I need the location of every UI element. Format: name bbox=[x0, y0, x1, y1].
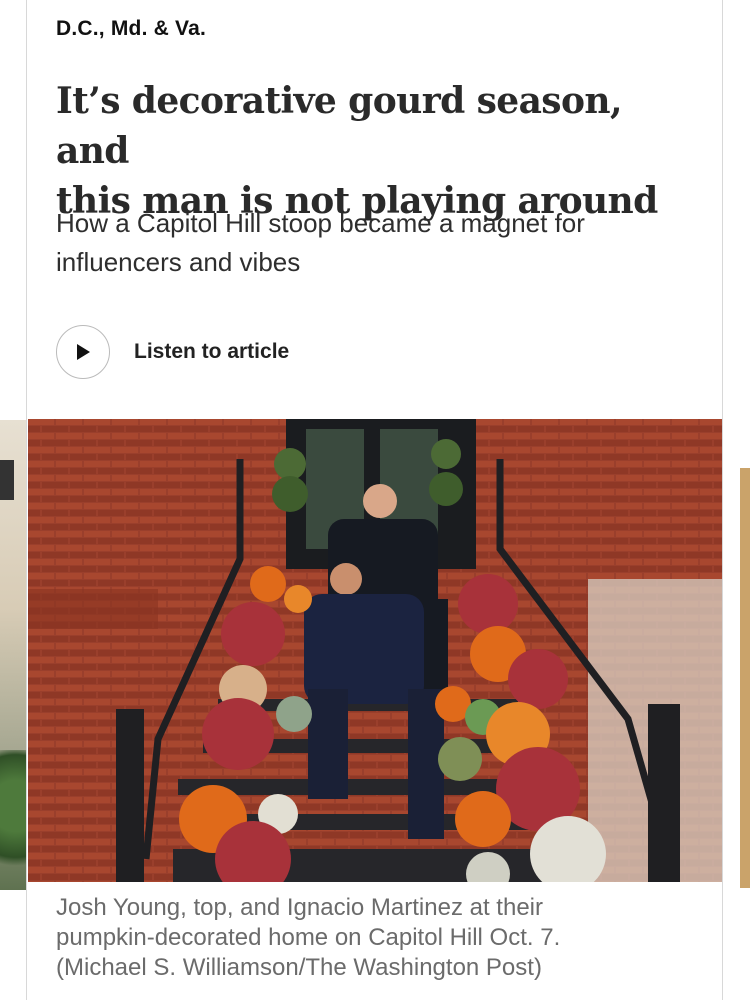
next-card-image bbox=[740, 468, 750, 888]
play-button[interactable] bbox=[56, 325, 110, 379]
play-icon bbox=[77, 344, 90, 360]
article-photo[interactable] bbox=[28, 419, 722, 882]
article-dek: How a Capitol Hill stoop became a magnet… bbox=[56, 204, 696, 282]
headline-line: It’s decorative gourd season, and bbox=[56, 80, 622, 172]
caption-line: (Michael S. Williamson/The Washington Po… bbox=[56, 954, 542, 981]
previous-card-image bbox=[0, 420, 26, 890]
section-kicker[interactable]: D.C., Md. & Va. bbox=[56, 17, 206, 41]
dek-line: influencers and vibes bbox=[56, 247, 301, 277]
listen-label: Listen to article bbox=[134, 340, 290, 363]
dek-line: How a Capitol Hill stoop became a magnet… bbox=[56, 208, 585, 238]
caption-line: pumpkin-decorated home on Capitol Hill O… bbox=[56, 924, 561, 951]
next-card-peek[interactable] bbox=[722, 0, 750, 1000]
caption-line: Josh Young, top, and Ignacio Martinez at… bbox=[56, 894, 543, 921]
article-card: D.C., Md. & Va. It’s decorative gourd se… bbox=[28, 0, 722, 1000]
listen-to-article-button[interactable]: Listen to article bbox=[56, 324, 289, 380]
stoop-photo-illustration bbox=[28, 419, 722, 882]
photo-caption: Josh Young, top, and Ignacio Martinez at… bbox=[56, 893, 696, 983]
previous-card-peek[interactable] bbox=[0, 0, 28, 1000]
